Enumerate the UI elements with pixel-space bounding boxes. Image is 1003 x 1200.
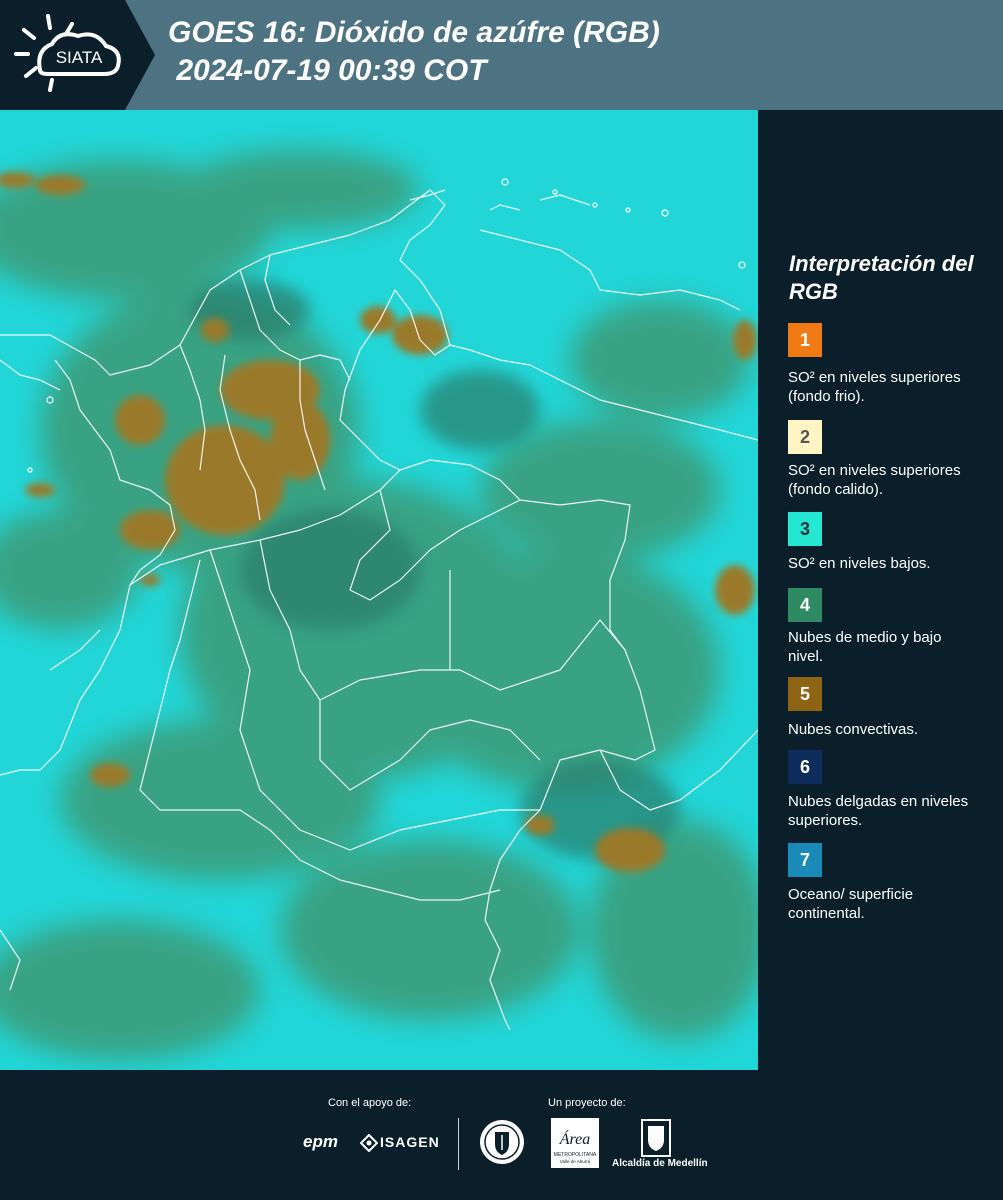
medellin-seal-icon [480, 1120, 524, 1164]
legend-label-1: SO² en niveles superiores (fondo frio). [788, 369, 961, 405]
area-metropolitana-logo: Área METROPOLITANA Valle de Aburrá [551, 1118, 599, 1168]
siata-logo: SIATA [0, 0, 155, 110]
isagen-logo: ISAGEN [380, 1134, 440, 1150]
isagen-icon [360, 1134, 378, 1152]
alcaldia-shield-icon [641, 1119, 671, 1157]
legend-swatch-4: 4 [788, 588, 822, 622]
header-bar: SIATA GOES 16: Dióxido de azúfre (RGB) 2… [0, 0, 1003, 110]
area-logo-subtext2: Valle de Aburrá [560, 1159, 591, 1164]
alcaldia-logo-text: Alcaldía de Medellín [612, 1158, 708, 1169]
satellite-map [0, 110, 758, 1070]
epm-logo-text: epm [303, 1132, 338, 1151]
legend-swatch-7: 7 [788, 843, 822, 877]
epm-logo: epm [303, 1132, 338, 1152]
footer: Con el apoyo de: Un proyecto de: epm ISA… [0, 1070, 1003, 1200]
legend-swatch-1: 1 [788, 323, 822, 357]
footer-divider [458, 1118, 459, 1170]
area-logo-text: Área [559, 1129, 591, 1148]
siata-logo-text: SIATA [56, 48, 103, 67]
legend-label-5: Nubes convectivas. [788, 721, 919, 738]
legend-swatch-2-number: 2 [799, 426, 810, 447]
legend-label-3: SO² en niveles bajos. [788, 555, 931, 572]
legend-swatch-1-number: 1 [799, 329, 810, 350]
title-line2: 2024-07-19 00:39 COT [168, 54, 487, 87]
legend-swatch-6-number: 6 [799, 756, 810, 777]
legend-swatch-2: 2 [788, 420, 822, 454]
page-title: GOES 16: Dióxido de azúfre (RGB) 2024-07… [168, 14, 660, 90]
legend-label-6: Nubes delgadas en niveles superiores. [788, 793, 969, 829]
rgb-legend-panel: Interpretación del RGB 1 SO² en niveles … [758, 110, 1003, 1070]
legend-swatch-4-number: 4 [799, 594, 810, 615]
title-line1: GOES 16: Dióxido de azúfre (RGB) [168, 16, 660, 49]
legend-label-7: Oceano/ superficie continental. [788, 886, 914, 922]
legend-swatch-5: 5 [788, 677, 822, 711]
legend-label-2: SO² en niveles superiores (fondo calido)… [788, 462, 961, 498]
area-logo-subtext: METROPOLITANA [554, 1152, 597, 1158]
legend-swatch-6: 6 [788, 750, 822, 784]
support-label: Con el apoyo de: [328, 1097, 412, 1109]
legend-swatch-5-number: 5 [799, 683, 810, 704]
project-label: Un proyecto de: [548, 1097, 626, 1109]
legend-swatch-3-number: 3 [799, 518, 810, 539]
legend-title: Interpretación del RGB [789, 251, 974, 304]
legend-label-4: Nubes de medio y bajo nivel. [788, 629, 942, 665]
legend-swatch-7-number: 7 [799, 849, 810, 870]
legend-swatch-3: 3 [788, 512, 822, 546]
